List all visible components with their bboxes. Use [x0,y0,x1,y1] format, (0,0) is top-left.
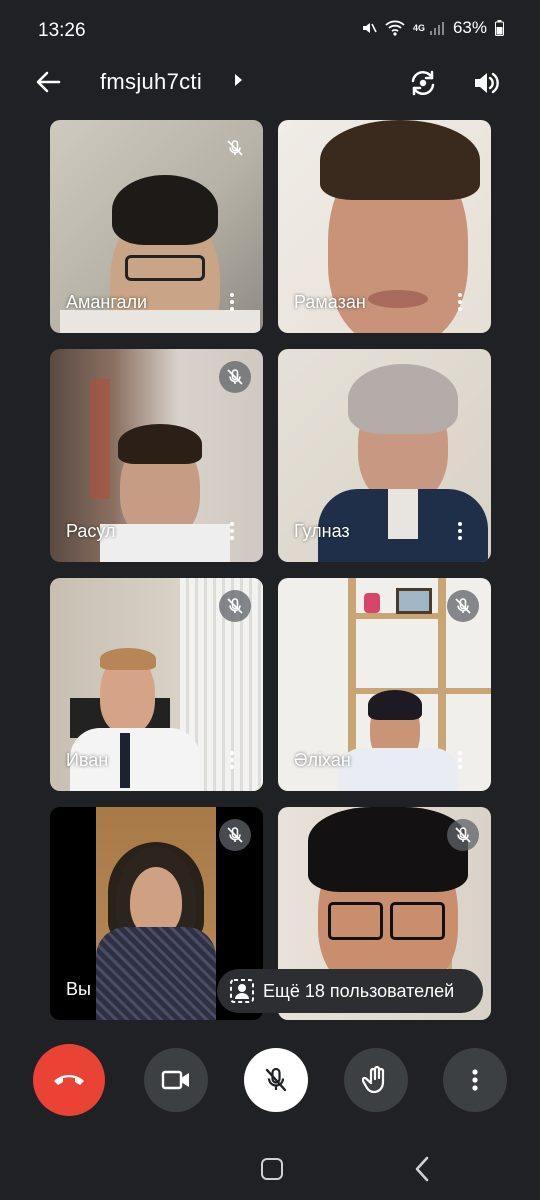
microphone-toggle-button[interactable] [244,1048,308,1112]
mic-off-indicator [219,819,251,851]
participant-tile[interactable]: Иван [50,578,263,791]
participant-name: Амангали [66,292,148,312]
arrow-left-icon [36,71,61,93]
camera-toggle-button[interactable] [144,1048,208,1112]
switch-camera-button[interactable] [405,65,441,101]
mic-off-icon [227,827,243,843]
mute-notifications-icon [362,23,377,33]
participant-name: Әліхан [294,750,351,770]
nav-home-button[interactable] [261,1158,283,1180]
participant-name: Вы [66,979,91,999]
battery-icon [495,20,504,36]
participant-tile[interactable]: Әліхан [278,578,491,791]
mic-off-indicator [447,819,479,851]
mic-off-icon [227,598,243,614]
signal-icon [429,22,444,35]
mic-off-icon [455,598,471,614]
mic-off-indicator [219,590,251,622]
mic-off-icon [227,369,243,385]
more-participants-label: Ещё 18 пользователей [263,980,455,1001]
wifi-icon [385,20,405,36]
phone-hangup-icon [54,1075,84,1085]
participant-tile[interactable]: Расул [50,349,263,562]
meeting-top-bar: fmsjuh7cti [0,55,540,110]
participant-more-button[interactable] [223,291,241,313]
people-icon [230,979,254,1003]
network-type: 4G [412,22,425,33]
mic-off-indicator [219,132,251,164]
status-bar: 13:26 4G 63% [0,0,540,60]
call-controls [0,1044,540,1116]
mic-off-indicator [447,590,479,622]
mic-off-icon [227,140,243,156]
status-time: 13:26 [38,20,86,41]
battery-percent: 63% [452,18,487,37]
participant-more-button[interactable] [223,520,241,542]
mic-off-icon [455,827,471,843]
nav-back-icon[interactable] [414,1156,430,1182]
meeting-code[interactable]: fmsjuh7cti [100,69,202,95]
more-options-button[interactable] [443,1048,507,1112]
participant-name: Гулназ [294,521,350,541]
participant-name: Рамазан [294,292,366,312]
participant-tile[interactable]: Гулназ [278,349,491,562]
mic-off-indicator [219,361,251,393]
participant-name: Расул [66,521,116,541]
participant-tile[interactable]: Амангали [50,120,263,333]
participant-more-button[interactable] [223,749,241,771]
raise-hand-button[interactable] [344,1048,408,1112]
video-camera-icon [161,1070,189,1090]
caret-right-icon[interactable] [233,73,243,87]
speaker-icon [475,72,499,94]
hand-icon [362,1065,385,1094]
audio-output-button[interactable] [468,65,504,101]
participant-tile[interactable]: Рамазан [278,120,491,333]
mic-off-icon [265,1067,287,1092]
participant-name: Иван [66,750,109,770]
more-participants-button[interactable]: Ещё 18 пользователей [217,969,483,1013]
participant-more-button[interactable] [451,749,469,771]
end-call-button[interactable] [33,1044,105,1116]
participant-more-button[interactable] [451,291,469,313]
back-button[interactable] [30,67,66,97]
more-vert-icon [472,1069,478,1091]
status-icons: 4G 63% [361,18,504,38]
participant-more-button[interactable] [451,520,469,542]
camera-flip-icon [411,70,435,96]
